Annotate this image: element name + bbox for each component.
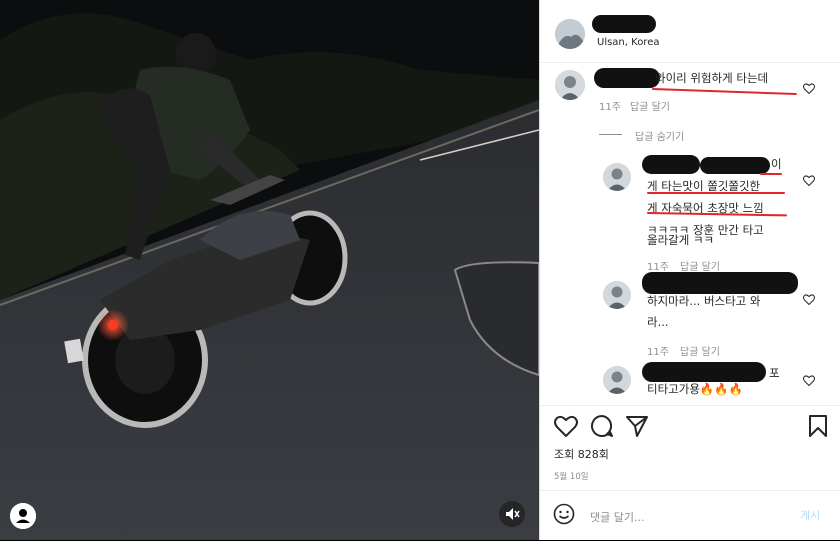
reply-like-icon[interactable] xyxy=(803,371,815,387)
add-comment-bar xyxy=(540,490,840,541)
bookmark-icon[interactable] xyxy=(808,414,828,442)
reply-text-line: 라... xyxy=(647,315,669,329)
reply-button[interactable]: 답글 달기 xyxy=(630,98,670,113)
annotation-underline xyxy=(651,88,797,96)
reply-avatar[interactable] xyxy=(603,163,631,191)
reply-button[interactable]: 답글 달기 xyxy=(680,258,720,273)
reply-text-redacted xyxy=(700,157,770,174)
author-username-redacted[interactable] xyxy=(592,15,656,33)
hide-replies-button[interactable]: 답글 숨기기 xyxy=(635,128,684,143)
comment-text: 와이리 위험하게 타는데 xyxy=(655,71,769,85)
annotation-underline xyxy=(760,173,782,175)
account-icon[interactable] xyxy=(10,503,36,529)
reply-like-icon[interactable] xyxy=(803,171,815,187)
reply-text-line: 이 xyxy=(771,157,782,171)
reply-age: 11주 xyxy=(647,347,669,358)
comment-age: 11주 xyxy=(599,102,621,113)
reply-text-line: 포 xyxy=(769,366,780,380)
reply-avatar[interactable] xyxy=(603,366,631,394)
emoji-icon[interactable] xyxy=(553,503,575,529)
commenter-username-redacted[interactable] xyxy=(594,68,660,88)
post-header xyxy=(540,0,840,63)
post-button[interactable]: 게시 xyxy=(800,507,820,523)
annotation-underline xyxy=(647,192,785,194)
reply-text-line: 티타고가용🔥🔥🔥 xyxy=(647,382,743,396)
comment-input[interactable]: 댓글 달기... xyxy=(590,509,644,525)
reply-button[interactable]: 답글 달기 xyxy=(680,343,720,358)
post-date[interactable]: 5월 10일 xyxy=(554,470,589,482)
post-location[interactable]: Ulsan, Korea xyxy=(597,37,659,48)
video-player[interactable] xyxy=(0,0,539,540)
commenter-avatar[interactable] xyxy=(555,70,585,100)
reply-text-line: 하지마라... 버스타고 와 xyxy=(647,294,761,308)
video-frame xyxy=(0,0,539,540)
reply-avatar[interactable] xyxy=(603,281,631,309)
reply-like-icon[interactable] xyxy=(803,290,815,306)
speaker-muted-icon[interactable] xyxy=(498,500,526,528)
reply-age: 11주 xyxy=(647,262,669,273)
comment-like-icon[interactable] xyxy=(803,79,815,95)
divider-line xyxy=(599,134,622,135)
post-panel: Ulsan, Korea 와이리 위험하게 타는데 11주 답글 달기 답글 숨… xyxy=(539,0,840,540)
reply-username-redacted[interactable] xyxy=(642,155,700,174)
reply-text-line: 올라갈게 ㅋㅋ xyxy=(647,233,715,247)
heart-icon[interactable] xyxy=(554,415,578,441)
share-icon[interactable] xyxy=(625,415,649,441)
view-count[interactable]: 조회 828회 xyxy=(554,446,609,462)
comment-icon[interactable] xyxy=(590,414,614,442)
author-avatar[interactable] xyxy=(555,19,585,49)
